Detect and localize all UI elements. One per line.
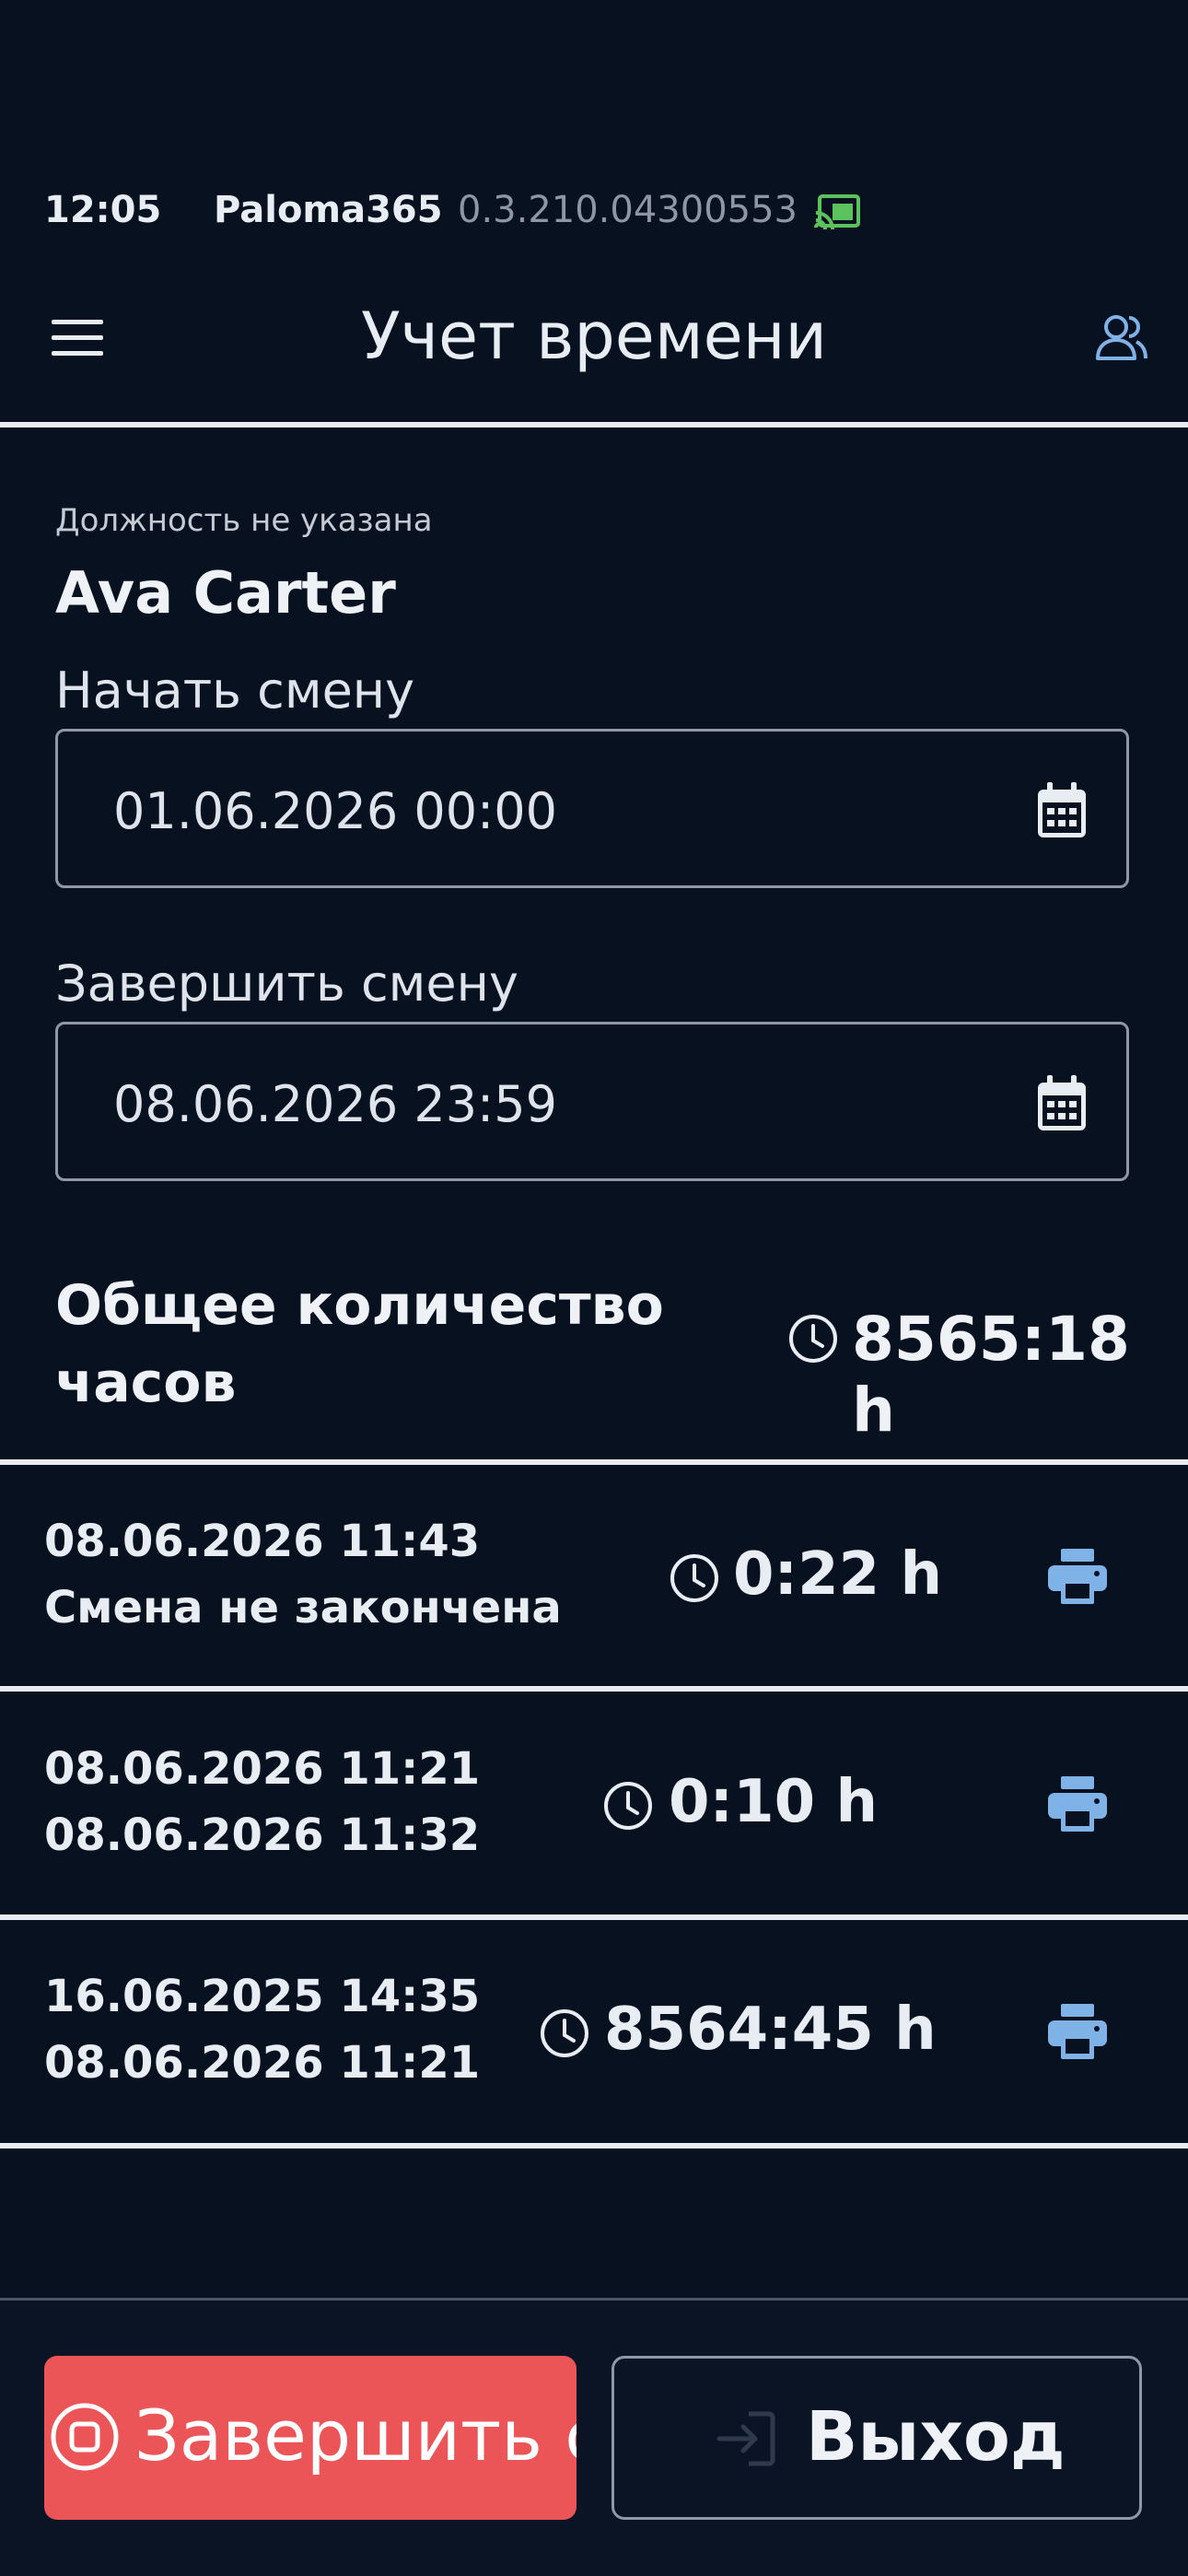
shift-row[interactable]: 16.06.2025 14:35 08.06.2026 11:21 8564:4… xyxy=(0,1920,1188,2141)
calendar-icon[interactable] xyxy=(1036,782,1088,839)
shift-row[interactable]: 08.06.2026 11:43 Смена не закончена 0:22… xyxy=(0,1465,1188,1686)
shift-row-end: Смена не закончена xyxy=(44,1582,562,1633)
shift-row-start: 16.06.2025 14:35 xyxy=(44,1971,481,2022)
shift-row-start: 08.06.2026 11:43 xyxy=(44,1516,481,1567)
calendar-icon[interactable] xyxy=(1036,1075,1088,1132)
login-icon xyxy=(716,2411,775,2466)
end-shift-label: Завершить смену xyxy=(134,2395,577,2476)
shift-row-duration: 0:22 h xyxy=(733,1540,943,1609)
shift-start-label: Начать смену xyxy=(55,662,415,720)
job-title: Должность не указана xyxy=(55,502,433,539)
users-icon[interactable] xyxy=(1094,310,1149,366)
end-shift-button[interactable]: Завершить смену xyxy=(44,2356,577,2520)
total-hours-value: 8565:18 h xyxy=(852,1304,1130,1446)
row-divider xyxy=(0,2143,1188,2149)
stop-icon xyxy=(51,2403,119,2471)
total-hours-label: Общее количество часов xyxy=(55,1273,664,1415)
status-time: 12:05 xyxy=(44,189,162,231)
print-icon[interactable] xyxy=(1048,1776,1107,1832)
exit-button[interactable]: Выход xyxy=(611,2356,1142,2520)
shift-row-start: 08.06.2026 11:21 xyxy=(44,1743,481,1795)
status-bar: 12:05 Paloma365 0.3.210.04300553 xyxy=(0,189,1188,244)
shift-row-duration: 8564:45 h xyxy=(604,1996,937,2064)
shift-row-end: 08.06.2026 11:32 xyxy=(44,1809,481,1861)
clock-icon xyxy=(541,2009,588,2057)
shift-end-value: 08.06.2026 23:59 xyxy=(113,1075,557,1133)
shift-start-value: 01.06.2026 00:00 xyxy=(113,782,557,840)
shift-row[interactable]: 08.06.2026 11:21 08.06.2026 11:32 0:10 h xyxy=(0,1692,1188,1914)
status-version: 0.3.210.04300553 xyxy=(458,189,798,231)
shift-end-label: Завершить смену xyxy=(55,954,518,1013)
shift-row-duration: 0:10 h xyxy=(669,1768,879,1836)
clock-icon xyxy=(670,1554,718,1602)
clock-icon xyxy=(789,1315,837,1363)
print-icon[interactable] xyxy=(1048,2004,1107,2059)
page-title: Учет времени xyxy=(361,299,827,374)
cast-icon xyxy=(814,194,860,229)
shift-end-field[interactable]: 08.06.2026 23:59 xyxy=(55,1022,1129,1181)
shift-start-field[interactable]: 01.06.2026 00:00 xyxy=(55,729,1129,888)
employee-name: Ava Carter xyxy=(55,559,396,626)
shift-row-end: 08.06.2026 11:21 xyxy=(44,2037,481,2089)
status-app-name: Paloma365 xyxy=(214,189,443,231)
exit-label: Выход xyxy=(806,2397,1066,2476)
clock-icon xyxy=(604,1782,652,1830)
row-divider xyxy=(0,1686,1188,1692)
header-divider xyxy=(0,422,1188,427)
print-icon[interactable] xyxy=(1048,1549,1107,1604)
app-bar: Учет времени xyxy=(0,276,1188,396)
